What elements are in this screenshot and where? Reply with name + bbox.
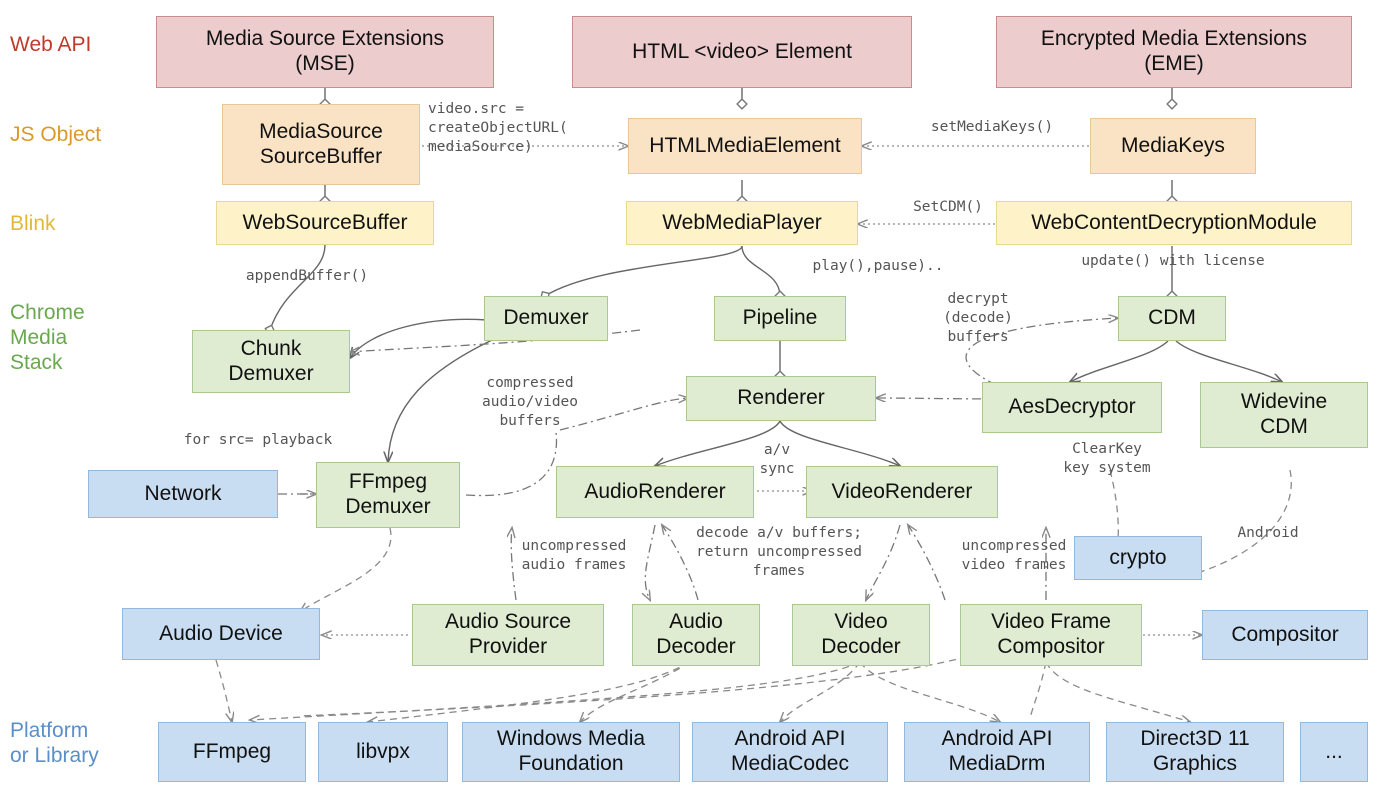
node-compositor[interactable]: Compositor xyxy=(1202,610,1368,660)
edge-label-decrypt-buffers: decrypt (decode) buffers xyxy=(943,291,1013,345)
node-direct3d-11-graphics[interactable]: Direct3D 11 Graphics xyxy=(1106,722,1284,782)
node-windows-media-foundation[interactable]: Windows Media Foundation xyxy=(462,722,680,782)
layer-label-chrome: Chrome Media Stack xyxy=(10,301,85,374)
edge-label-av-sync: a/v sync xyxy=(759,442,795,477)
node-pipeline[interactable]: Pipeline xyxy=(714,296,846,341)
node-htmlmediaelement[interactable]: HTMLMediaElement xyxy=(628,118,862,174)
node-aesdecryptor[interactable]: AesDecryptor xyxy=(982,382,1162,433)
node-audio-device[interactable]: Audio Device xyxy=(122,608,320,660)
edge-label-compressed-buffers: compressed audio/video buffers xyxy=(481,375,579,429)
node-audio-source-provider[interactable]: Audio Source Provider xyxy=(412,604,604,666)
node-webcontentdecryptionmodule[interactable]: WebContentDecryptionModule xyxy=(996,201,1352,245)
edge-label-android: Android xyxy=(1237,525,1299,541)
node-video-decoder[interactable]: Video Decoder xyxy=(792,604,930,666)
node-crypto[interactable]: crypto xyxy=(1074,536,1202,580)
node-mediasource-sourcebuffer[interactable]: MediaSource SourceBuffer xyxy=(222,104,420,185)
edge-label-set-cdm: SetCDM() xyxy=(913,199,983,215)
node-android-api-mediacodec[interactable]: Android API MediaCodec xyxy=(692,722,888,782)
node-chunk-demuxer[interactable]: Chunk Demuxer xyxy=(192,330,350,393)
layer-label-blink: Blink xyxy=(10,212,56,235)
node-cdm[interactable]: CDM xyxy=(1118,296,1226,341)
edge-label-play-pause: play(),pause).. xyxy=(812,258,944,274)
node-audio-decoder[interactable]: Audio Decoder xyxy=(632,604,760,666)
node-video-frame-compositor[interactable]: Video Frame Compositor xyxy=(960,604,1142,666)
layer-label-js-object: JS Object xyxy=(10,123,102,146)
node-html-video-element[interactable]: HTML <video> Element xyxy=(572,16,912,88)
node-widevine-cdm[interactable]: Widevine CDM xyxy=(1200,382,1368,448)
edge-label-video-src: video.src = createObjectURL( mediaSource… xyxy=(428,101,568,155)
node-audiorenderer[interactable]: AudioRenderer xyxy=(556,466,754,518)
node-ffmpeg[interactable]: FFmpeg xyxy=(158,722,306,782)
node-libvpx[interactable]: libvpx xyxy=(318,722,448,782)
node-websourcebuffer[interactable]: WebSourceBuffer xyxy=(216,201,434,245)
node-ellipsis[interactable]: ... xyxy=(1300,722,1368,782)
node-demuxer[interactable]: Demuxer xyxy=(484,296,608,341)
edge-label-clearkey: ClearKey key system xyxy=(1063,441,1151,476)
edge-label-set-media-keys: setMediaKeys() xyxy=(930,119,1054,135)
node-renderer[interactable]: Renderer xyxy=(686,376,876,421)
node-network[interactable]: Network xyxy=(88,470,278,518)
node-videorenderer[interactable]: VideoRenderer xyxy=(806,466,998,518)
node-webmediaplayer[interactable]: WebMediaPlayer xyxy=(626,201,858,245)
edge-label-update-license: update() with license xyxy=(1081,253,1265,269)
edge-label-uncompressed-audio: uncompressed audio frames xyxy=(521,538,627,573)
node-mediakeys[interactable]: MediaKeys xyxy=(1090,118,1256,174)
layer-label-web-api: Web API xyxy=(10,33,92,56)
node-ffmpeg-demuxer[interactable]: FFmpeg Demuxer xyxy=(316,462,460,528)
edge-label-append-buffer: appendBuffer() xyxy=(245,268,369,284)
edge-label-decode-av: decode a/v buffers; return uncompressed … xyxy=(696,525,862,579)
node-android-api-mediadrm[interactable]: Android API MediaDrm xyxy=(904,722,1090,782)
node-encrypted-media-extensions[interactable]: Encrypted Media Extensions (EME) xyxy=(996,16,1352,88)
edge-label-uncompressed-video: uncompressed video frames xyxy=(961,538,1067,573)
edge-label-for-src-playback: for src= playback xyxy=(183,432,333,448)
diagram-canvas: Web API JS Object Blink Chrome Media Sta… xyxy=(0,0,1394,802)
node-media-source-extensions[interactable]: Media Source Extensions (MSE) xyxy=(156,16,494,88)
layer-label-platform: Platform or Library xyxy=(10,719,99,767)
